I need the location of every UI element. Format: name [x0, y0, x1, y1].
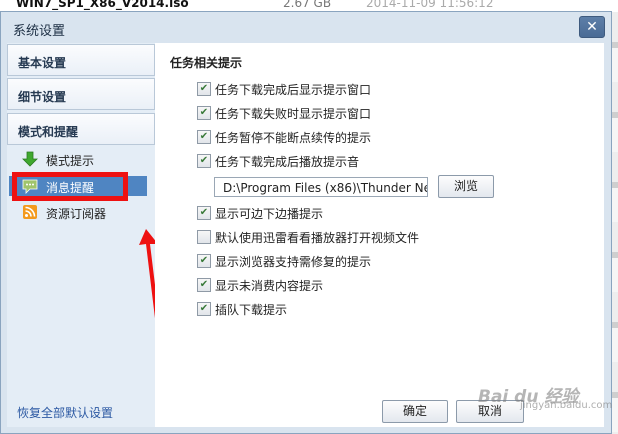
browse-button[interactable]: 浏览	[438, 175, 494, 198]
checkbox[interactable]: ✔	[197, 302, 211, 316]
option-label: 任务下载完成后播放提示音	[215, 155, 360, 169]
option-label: 默认使用迅雷看看播放器打开视频文件	[215, 231, 420, 245]
checkbox[interactable]: ✔	[197, 130, 211, 144]
watermark-url: jingyan.baidu.com	[520, 400, 613, 411]
sound-path-field[interactable]: D:\Program Files (x86)\Thunder Ne	[214, 177, 428, 197]
option-label: 任务暂停不能断点续传的提示	[215, 131, 372, 145]
checkbox[interactable]: ✔	[197, 154, 211, 168]
restore-defaults-link[interactable]: 恢复全部默认设置	[17, 404, 113, 421]
checkbox[interactable]: ✔	[197, 230, 211, 244]
option-label: 显示未消费内容提示	[215, 279, 324, 293]
option-label: 插队下载提示	[215, 303, 288, 317]
checkbox[interactable]: ✔	[197, 206, 211, 220]
option-label: 显示浏览器支持需修复的提示	[215, 255, 372, 269]
section-title: 任务相关提示	[170, 56, 243, 70]
ok-button[interactable]: 确定	[382, 400, 448, 423]
checkbox[interactable]: ✔	[197, 254, 211, 268]
option-label: 任务下载完成后显示提示窗口	[215, 83, 372, 97]
checkbox[interactable]: ✔	[197, 82, 211, 96]
option-label: 显示可边下边播提示	[215, 207, 324, 221]
checkbox[interactable]: ✔	[197, 106, 211, 120]
option-label: 任务下载失败时显示提示窗口	[215, 107, 372, 121]
checkbox[interactable]: ✔	[197, 278, 211, 292]
